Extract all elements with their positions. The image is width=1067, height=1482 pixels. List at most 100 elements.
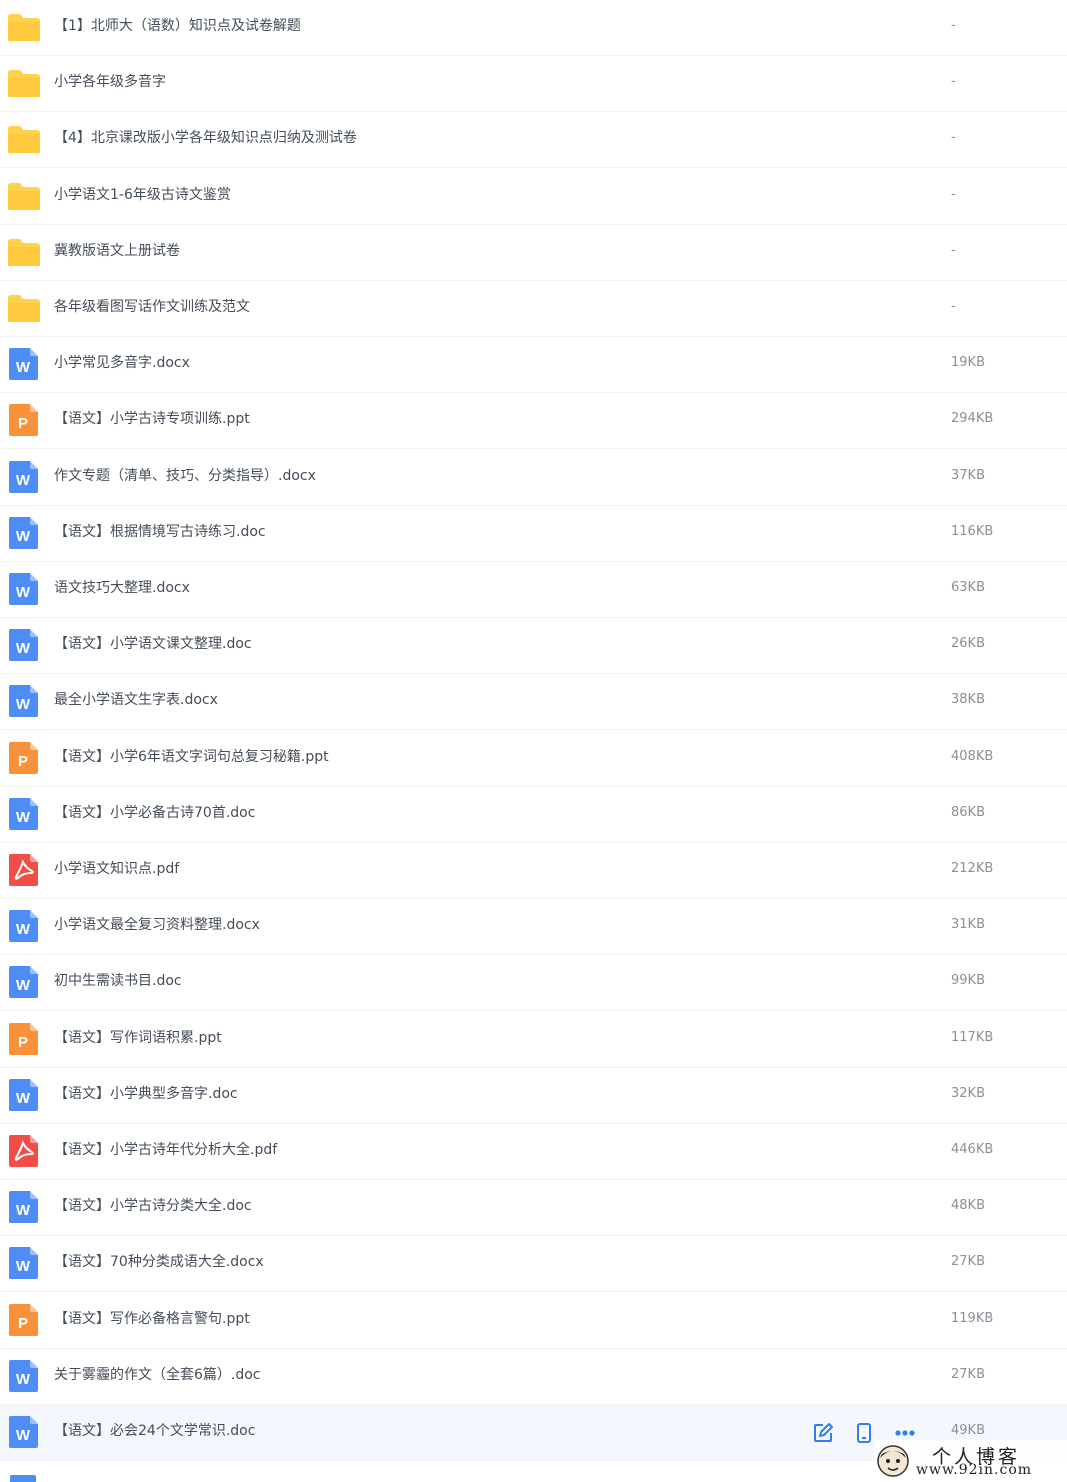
folder-row[interactable]: 小学语文1-6年级古诗文鉴赏 - bbox=[0, 169, 1067, 225]
file-name[interactable]: 冀教版语文上册试卷 bbox=[54, 225, 180, 277]
file-size: 37KB bbox=[951, 467, 985, 483]
file-row[interactable]: P 【语文】小学6年语文字词句总复习秘籍.ppt 408KB bbox=[0, 731, 1067, 787]
svg-text:W: W bbox=[16, 1202, 31, 1219]
folder-icon bbox=[8, 14, 40, 41]
file-size: - bbox=[951, 242, 956, 258]
ppt-doc-icon: P bbox=[9, 1303, 38, 1336]
file-name[interactable]: 【语文】小学必备古诗70首.doc bbox=[54, 787, 255, 839]
svg-text:W: W bbox=[16, 921, 31, 938]
edit-icon[interactable] bbox=[812, 1422, 834, 1444]
file-row[interactable]: W 初中生需读书目.doc 99KB bbox=[0, 955, 1067, 1012]
file-name[interactable]: 小学语文1-6年级古诗文鉴赏 bbox=[54, 169, 231, 221]
word-doc-icon: W bbox=[9, 1247, 38, 1280]
file-size: 31KB bbox=[951, 917, 985, 933]
svg-text:W: W bbox=[16, 1371, 31, 1388]
file-name[interactable]: 小学语文最全复习资料整理.docx bbox=[54, 899, 260, 951]
file-row[interactable]: W 【语文】小学典型多音字.doc 32KB bbox=[0, 1068, 1067, 1124]
file-row[interactable]: W 【语文】小学必备古诗70首.doc 86KB bbox=[0, 787, 1067, 843]
file-size: 446KB bbox=[951, 1142, 994, 1157]
word-doc-icon: W bbox=[9, 966, 38, 999]
phone-icon[interactable] bbox=[853, 1422, 875, 1444]
file-row[interactable]: W 【语文】小学语文课文整理.doc 26KB bbox=[0, 618, 1067, 675]
file-size: 27KB bbox=[951, 1254, 985, 1270]
svg-text:P: P bbox=[18, 415, 28, 432]
file-row[interactable]: W 作文专题（清单、技巧、分类指导）.docx 37KB bbox=[0, 450, 1067, 506]
file-name[interactable]: 【语文】小学语文课文整理.doc bbox=[54, 618, 252, 670]
file-row[interactable]: 【语文】小学古诗年代分析大全.pdf 446KB bbox=[0, 1124, 1067, 1180]
file-size: 99KB bbox=[951, 973, 985, 989]
file-size: 86KB bbox=[951, 804, 985, 820]
file-row[interactable]: W 最全小学语文生字表.docx 38KB bbox=[0, 674, 1067, 731]
file-name[interactable]: 【语文】70种分类成语大全.docx bbox=[54, 1236, 264, 1288]
file-name[interactable]: 语文技巧大整理.docx bbox=[54, 562, 190, 614]
file-row[interactable]: P 【语文】写作词语积累.ppt 117KB bbox=[0, 1012, 1067, 1068]
file-row[interactable]: W 关于雾霾的作文（全套6篇）.doc 27KB bbox=[0, 1349, 1067, 1405]
file-row[interactable]: W 小学语文最全复习资料整理.docx 31KB bbox=[0, 899, 1067, 956]
folder-row[interactable]: 冀教版语文上册试卷 - bbox=[0, 225, 1067, 281]
ppt-doc-icon: P bbox=[9, 741, 38, 774]
file-size: 32KB bbox=[951, 1085, 985, 1101]
folder-row[interactable]: 【4】北京课改版小学各年级知识点归纳及测试卷 - bbox=[0, 112, 1067, 169]
file-row[interactable]: P 【语文】小学古诗专项训练.ppt 294KB bbox=[0, 393, 1067, 450]
file-size: 116KB bbox=[951, 523, 994, 539]
svg-text:W: W bbox=[16, 1090, 31, 1107]
word-doc-icon: W bbox=[9, 1416, 38, 1448]
word-doc-icon: W bbox=[9, 629, 38, 662]
file-size: - bbox=[951, 186, 956, 202]
file-name[interactable]: 小学常见多音字.docx bbox=[54, 337, 190, 389]
file-size: 26KB bbox=[951, 636, 985, 652]
file-size: 119KB bbox=[951, 1310, 994, 1326]
folder-icon bbox=[8, 295, 40, 322]
word-doc-icon: W bbox=[9, 1191, 38, 1224]
word-doc-icon: W bbox=[9, 1359, 38, 1392]
folder-row[interactable]: 各年级看图写话作文训练及范文 - bbox=[0, 281, 1067, 337]
folder-row[interactable]: 【1】北师大（语数）知识点及试卷解题 - bbox=[0, 0, 1067, 56]
file-name[interactable]: 初中生需读书目.doc bbox=[54, 955, 182, 1007]
file-name[interactable]: 【语文】小学古诗分类大全.doc bbox=[54, 1180, 252, 1232]
ppt-doc-icon: P bbox=[9, 404, 38, 437]
watermark: 个人博客 www.92in.com bbox=[874, 1440, 1067, 1482]
svg-text:W: W bbox=[16, 640, 31, 657]
folder-icon bbox=[8, 182, 40, 210]
file-name[interactable]: 【语文】写作必备格言警句.ppt bbox=[54, 1293, 250, 1345]
folder-icon bbox=[8, 126, 40, 154]
file-name[interactable]: 【语文】根据情境写古诗练习.doc bbox=[54, 506, 266, 558]
file-size: 27KB bbox=[951, 1366, 985, 1382]
file-name[interactable]: 小学各年级多音字 bbox=[54, 56, 166, 108]
file-name[interactable]: 【语文】小学古诗专项训练.ppt bbox=[54, 393, 250, 445]
file-row[interactable]: 小学语文知识点.pdf 212KB bbox=[0, 843, 1067, 899]
file-name[interactable]: 【语文】小学典型多音字.doc bbox=[54, 1068, 238, 1120]
file-name[interactable]: 小学语文知识点.pdf bbox=[54, 843, 179, 895]
file-row[interactable]: W 【语文】根据情境写古诗练习.doc 116KB bbox=[0, 506, 1067, 562]
partial-word-icon[interactable] bbox=[10, 1475, 36, 1482]
file-name[interactable]: 【4】北京课改版小学各年级知识点归纳及测试卷 bbox=[54, 112, 357, 164]
file-name[interactable]: 作文专题（清单、技巧、分类指导）.docx bbox=[54, 450, 316, 502]
file-name[interactable]: 最全小学语文生字表.docx bbox=[54, 674, 218, 726]
file-name[interactable]: 【语文】小学6年语文字词句总复习秘籍.ppt bbox=[54, 731, 329, 783]
pdf-doc-icon bbox=[9, 1135, 38, 1167]
file-size: 294KB bbox=[951, 411, 994, 427]
file-row[interactable]: P 【语文】写作必备格言警句.ppt 119KB bbox=[0, 1293, 1067, 1349]
svg-text:W: W bbox=[16, 809, 31, 826]
file-name[interactable]: 关于雾霾的作文（全套6篇）.doc bbox=[54, 1349, 261, 1401]
file-row[interactable]: W 小学常见多音字.docx 19KB bbox=[0, 337, 1067, 394]
svg-text:W: W bbox=[16, 359, 31, 376]
file-size: - bbox=[951, 74, 956, 90]
svg-text:P: P bbox=[18, 753, 28, 770]
word-doc-icon: W bbox=[9, 573, 38, 605]
file-row[interactable]: W 【语文】70种分类成语大全.docx 27KB bbox=[0, 1236, 1067, 1293]
file-row[interactable]: W 语文技巧大整理.docx 63KB bbox=[0, 562, 1067, 618]
word-doc-icon: W bbox=[9, 348, 38, 381]
file-name[interactable]: 【语文】小学古诗年代分析大全.pdf bbox=[54, 1124, 277, 1176]
file-size: 117KB bbox=[951, 1029, 994, 1045]
folder-row[interactable]: 小学各年级多音字 - bbox=[0, 56, 1067, 113]
file-name[interactable]: 【1】北师大（语数）知识点及试卷解题 bbox=[54, 0, 301, 52]
pdf-doc-icon bbox=[9, 854, 38, 886]
file-name[interactable]: 各年级看图写话作文训练及范文 bbox=[54, 281, 250, 333]
file-name[interactable]: 【语文】必会24个文学常识.doc bbox=[54, 1405, 255, 1457]
file-name[interactable]: 【语文】写作词语积累.ppt bbox=[54, 1012, 222, 1064]
svg-text:W: W bbox=[16, 472, 31, 489]
file-size: - bbox=[951, 130, 956, 146]
folder-icon bbox=[8, 70, 40, 98]
file-row[interactable]: W 【语文】小学古诗分类大全.doc 48KB bbox=[0, 1180, 1067, 1237]
